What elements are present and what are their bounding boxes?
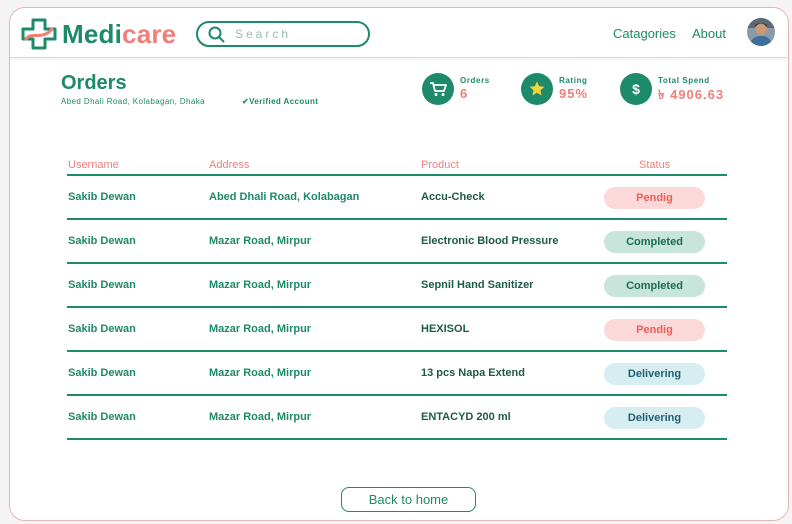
cell-product: ENTACYD 200 ml [421,411,511,423]
table-row[interactable]: Sakib Dewan Mazar Road, Mirpur ENTACYD 2… [67,396,727,440]
column-header-username: Username [68,159,119,171]
search-icon [208,26,225,42]
status-badge: Delivering [604,363,705,385]
cell-product: HEXISOL [421,323,470,335]
dollar-icon: $ [620,73,652,105]
cell-username: Sakib Dewan [68,367,136,379]
table-row[interactable]: Sakib Dewan Abed Dhali Road, Kolabagan A… [67,176,727,220]
cell-username: Sakib Dewan [68,411,136,423]
medical-cross-icon [21,18,57,50]
cell-product: 13 pcs Napa Extend [421,367,525,379]
brand-name-part2: care [122,18,177,49]
column-header-status: Status [639,159,671,171]
cell-address: Abed Dhali Road, Kolabagan [209,191,360,203]
table-row[interactable]: Sakib Dewan Mazar Road, Mirpur HEXISOL P… [67,308,727,352]
table-row[interactable]: Sakib Dewan Mazar Road, Mirpur 13 pcs Na… [67,352,727,396]
brand-name: Medicare [62,19,176,50]
search-box[interactable] [196,21,370,47]
stat-rating-label: Rating [559,76,588,85]
column-header-address: Address [209,159,250,171]
cell-address: Mazar Road, Mirpur [209,323,312,335]
verified-badge: ✔Verified Account [242,97,319,106]
cell-product: Electronic Blood Pressure [421,235,559,247]
stat-total-spend: $ Total Spend ৳ 4906.63 [620,73,724,107]
stat-spend-value: ৳ 4906.63 [658,87,725,102]
avatar-image [747,18,775,46]
cell-address: Mazar Road, Mirpur [209,367,312,379]
stat-orders-value: 6 [460,86,469,101]
back-to-home-button[interactable]: Back to home [341,487,476,512]
cell-product: Accu-Check [421,191,485,203]
cell-username: Sakib Dewan [68,323,136,335]
status-badge: Pendig [604,187,705,209]
table-row[interactable]: Sakib Dewan Mazar Road, Mirpur Sepnil Ha… [67,264,727,308]
user-avatar[interactable] [747,18,775,46]
table-row[interactable]: Sakib Dewan Mazar Road, Mirpur Electroni… [67,220,727,264]
cell-username: Sakib Dewan [68,235,136,247]
stat-orders: Orders 6 [422,73,490,105]
status-badge: Pendig [604,319,705,341]
nav-categories-link[interactable]: Catagories [613,26,676,41]
status-badge: Completed [604,275,705,297]
cart-icon [422,73,454,105]
nav-about-link[interactable]: About [692,26,726,41]
brand-name-part1: Medi [62,18,123,49]
status-badge: Delivering [604,407,705,429]
status-badge: Completed [604,231,705,253]
user-address: Abed Dhali Road, Kolabagan, Dhaka [61,97,205,106]
cell-address: Mazar Road, Mirpur [209,411,312,423]
stat-orders-label: Orders [460,76,490,85]
app-window: Medicare Catagories About Orders Abed Dh… [9,7,789,521]
brand-logo[interactable]: Medicare [20,17,176,51]
cell-username: Sakib Dewan [68,191,136,203]
column-header-product: Product [421,159,459,171]
top-navbar: Medicare Catagories About [10,8,788,58]
cell-username: Sakib Dewan [68,279,136,291]
page-title: Orders [61,72,127,94]
stat-rating: Rating 95% [521,73,588,105]
star-icon [521,73,553,105]
search-input[interactable] [235,27,355,41]
cell-address: Mazar Road, Mirpur [209,235,312,247]
cell-address: Mazar Road, Mirpur [209,279,312,291]
svg-text:$: $ [632,81,640,97]
stat-spend-label: Total Spend [658,76,710,85]
cell-product: Sepnil Hand Sanitizer [421,279,534,291]
stat-rating-value: 95% [559,86,589,101]
